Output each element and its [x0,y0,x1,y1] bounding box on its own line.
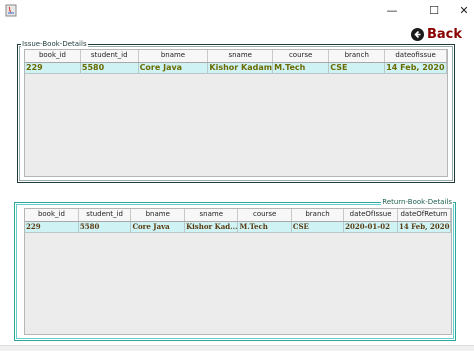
table-cell[interactable]: M.Tech [272,62,330,74]
column-header-student-id[interactable]: student_id [78,209,132,222]
return-table-header: book_id student_id bname sname course br… [25,209,451,222]
return-table-scrollpane[interactable]: book_id student_id bname sname course br… [24,208,452,335]
window-bottom-edge [0,345,474,351]
column-header-branch[interactable]: branch [291,209,345,222]
column-header-dateofissue[interactable]: dateofissue [384,50,447,63]
table-cell[interactable]: 14 Feb, 2020 [397,221,451,233]
minimize-icon: — [386,3,398,17]
table-row[interactable]: 229 5580 Core Java Kishor Kadam M.Tech C… [25,62,447,74]
column-header-sname[interactable]: sname [184,209,239,222]
table-cell[interactable]: Core Java [130,221,186,233]
return-section-title: Return-Book-Details [381,197,453,207]
column-header-sname[interactable]: sname [207,50,274,63]
table-cell[interactable]: 5580 [80,62,139,74]
table-cell[interactable]: 14 Feb, 2020 [384,62,447,74]
table-cell[interactable]: 229 [25,221,79,233]
close-button[interactable]: ✕ [449,0,474,20]
column-header-bname[interactable]: bname [138,50,209,63]
table-cell[interactable]: M.Tech [237,221,292,233]
column-header-dateofissue[interactable]: dateOfIssue [343,209,398,222]
column-header-course[interactable]: course [237,209,292,222]
table-cell[interactable]: CSE [291,221,345,233]
column-header-book-id[interactable]: book_id [25,209,79,222]
table-cell[interactable]: Kishor Kadam [207,62,274,74]
table-cell[interactable]: 5580 [78,221,132,233]
issue-table-scrollpane[interactable]: book_id student_id bname sname course br… [24,49,448,177]
column-header-course[interactable]: course [272,50,330,63]
table-cell[interactable]: 2020-01-02 [343,221,398,233]
maximize-icon: ☐ [429,3,439,17]
back-label: Back [427,26,463,42]
table-cell[interactable]: Core Java [138,62,209,74]
maximize-button[interactable]: ☐ [419,0,449,20]
column-header-dateofreturn[interactable]: dateOfReturn [397,209,451,222]
column-header-book-id[interactable]: book_id [25,50,81,63]
return-table[interactable]: book_id student_id bname sname course br… [25,209,451,233]
column-header-branch[interactable]: branch [328,50,386,63]
back-arrow-icon [411,27,424,41]
column-header-student-id[interactable]: student_id [80,50,139,63]
table-row[interactable]: 229 5580 Core Java Kishor Kad... M.Tech … [25,221,451,233]
title-bar: — ☐ ✕ [0,0,474,22]
issue-table-header: book_id student_id bname sname course br… [25,50,447,63]
table-cell[interactable]: Kishor Kad... [184,221,239,233]
java-app-icon [5,4,17,17]
back-button[interactable]: Back [411,26,462,42]
table-cell[interactable]: CSE [328,62,386,74]
issue-section-title: Issue-Book-Details [21,39,88,49]
column-header-bname[interactable]: bname [130,209,186,222]
issue-table[interactable]: book_id student_id bname sname course br… [25,50,447,74]
table-cell[interactable]: 229 [25,62,81,74]
minimize-button[interactable]: — [377,0,407,20]
close-icon: ✕ [459,3,469,17]
